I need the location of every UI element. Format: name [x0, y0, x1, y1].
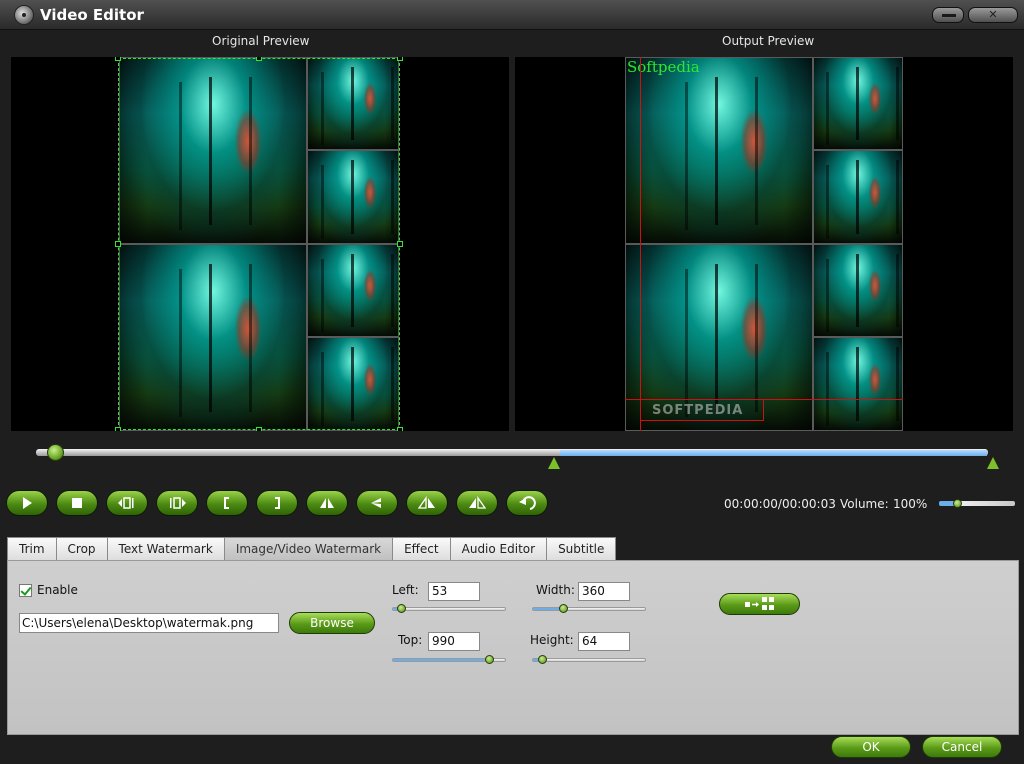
output-preview: Softpedia SOFTPEDIA: [515, 57, 1013, 431]
top-label: Top:: [398, 633, 423, 647]
watermark-settings-panel: Enable C:\Users\elena\Desktop\watermak.p…: [7, 560, 1019, 735]
width-label: Width:: [536, 583, 575, 597]
crop-handle-left[interactable]: [115, 241, 121, 247]
mark-in-button[interactable]: [206, 490, 248, 516]
ok-button[interactable]: OK: [831, 736, 911, 758]
mark-out-icon: [275, 497, 280, 509]
rotate-left-icon: [417, 496, 435, 509]
video-tile: [813, 150, 903, 244]
tab-image-video-watermark[interactable]: Image/Video Watermark: [223, 537, 394, 561]
timeline-playhead[interactable]: [47, 444, 65, 461]
left-label: Left:: [392, 583, 419, 597]
output-video-frame: [625, 57, 903, 431]
browse-button[interactable]: Browse: [289, 612, 375, 634]
height-slider[interactable]: [532, 655, 646, 664]
close-button[interactable]: ✕: [968, 7, 1018, 23]
text-watermark: Softpedia: [627, 58, 700, 76]
undo-icon: [519, 496, 536, 510]
trim-start-marker[interactable]: [547, 457, 560, 469]
height-label: Height:: [530, 633, 574, 647]
prev-frame-icon: [118, 497, 134, 509]
rotate-right-icon: [469, 496, 487, 509]
trim-end-marker[interactable]: [987, 457, 999, 469]
left-slider-thumb[interactable]: [397, 604, 406, 613]
crop-handle-right[interactable]: [397, 241, 403, 247]
window-title: Video Editor: [40, 6, 144, 24]
crop-handle-bottom-right[interactable]: [397, 427, 403, 431]
volume-slider[interactable]: [939, 501, 1015, 506]
stop-button[interactable]: [56, 490, 98, 516]
tab-crop[interactable]: Crop: [55, 537, 108, 561]
watermark-position-button[interactable]: [719, 593, 800, 615]
height-slider-thumb[interactable]: [538, 655, 547, 664]
rotate-left-button[interactable]: [406, 490, 448, 516]
next-frame-icon: [170, 497, 186, 509]
flip-horizontal-icon: [371, 498, 381, 508]
next-frame-button[interactable]: [156, 490, 198, 516]
crop-handle-top-right[interactable]: [397, 57, 403, 61]
width-input[interactable]: 360: [578, 582, 630, 601]
flip-vertical-button[interactable]: [306, 490, 348, 516]
volume-slider-thumb[interactable]: [953, 499, 962, 508]
tab-text-watermark[interactable]: Text Watermark: [106, 537, 225, 561]
crop-handle-top[interactable]: [256, 57, 262, 61]
video-tile: [813, 57, 903, 150]
mark-in-icon: [224, 497, 229, 509]
app-logo-icon: [14, 5, 34, 25]
rotate-right-button[interactable]: [456, 490, 498, 516]
crop-handle-top-left[interactable]: [115, 57, 121, 61]
tab-effect[interactable]: Effect: [392, 537, 451, 561]
tab-trim[interactable]: Trim: [7, 537, 57, 561]
left-slider[interactable]: [392, 604, 506, 613]
enable-checkbox[interactable]: [19, 584, 32, 597]
undo-button[interactable]: [506, 490, 548, 516]
height-input[interactable]: 64: [578, 632, 630, 651]
original-preview: [11, 57, 509, 431]
video-tile: [625, 57, 813, 244]
timeline-selection: [559, 450, 987, 456]
crop-frame[interactable]: [115, 57, 403, 431]
stop-icon: [72, 498, 82, 508]
top-slider-fill: [393, 659, 489, 661]
enable-label: Enable: [37, 583, 78, 597]
top-input[interactable]: 990: [428, 632, 480, 651]
tab-subtitle[interactable]: Subtitle: [546, 537, 617, 561]
flip-horizontal-button[interactable]: [356, 490, 398, 516]
watermark-guide-vertical: [640, 57, 641, 431]
editor-tabs: Trim Crop Text Watermark Image/Video Wat…: [7, 537, 617, 561]
play-icon: [23, 497, 32, 509]
play-button[interactable]: [6, 490, 48, 516]
width-slider[interactable]: [532, 604, 646, 613]
volume-value: 100%: [893, 497, 928, 511]
mark-out-button[interactable]: [256, 490, 298, 516]
crop-handle-bottom[interactable]: [256, 427, 262, 431]
crop-handle-bottom-left[interactable]: [115, 427, 121, 431]
width-slider-thumb[interactable]: [559, 604, 568, 613]
watermark-file-path-input[interactable]: C:\Users\elena\Desktop\watermak.png: [19, 613, 279, 633]
cancel-button[interactable]: Cancel: [922, 736, 1002, 758]
tab-audio-editor[interactable]: Audio Editor: [449, 537, 548, 561]
top-slider[interactable]: [392, 655, 506, 664]
output-preview-label: Output Preview: [722, 34, 815, 48]
prev-frame-button[interactable]: [106, 490, 148, 516]
volume-label: Volume:: [840, 497, 889, 511]
title-bar: Video Editor ✕: [0, 0, 1024, 30]
position-grid-icon: [744, 597, 774, 610]
video-tile: [813, 337, 903, 431]
time-readout: 00:00:00/00:00:03: [724, 497, 836, 511]
original-preview-label: Original Preview: [212, 34, 310, 48]
top-slider-thumb[interactable]: [485, 655, 494, 664]
minimize-button[interactable]: [932, 7, 964, 23]
image-watermark: SOFTPEDIA: [652, 403, 744, 418]
left-input[interactable]: 53: [428, 582, 480, 601]
flip-vertical-icon: [320, 498, 334, 508]
video-tile: [813, 244, 903, 337]
